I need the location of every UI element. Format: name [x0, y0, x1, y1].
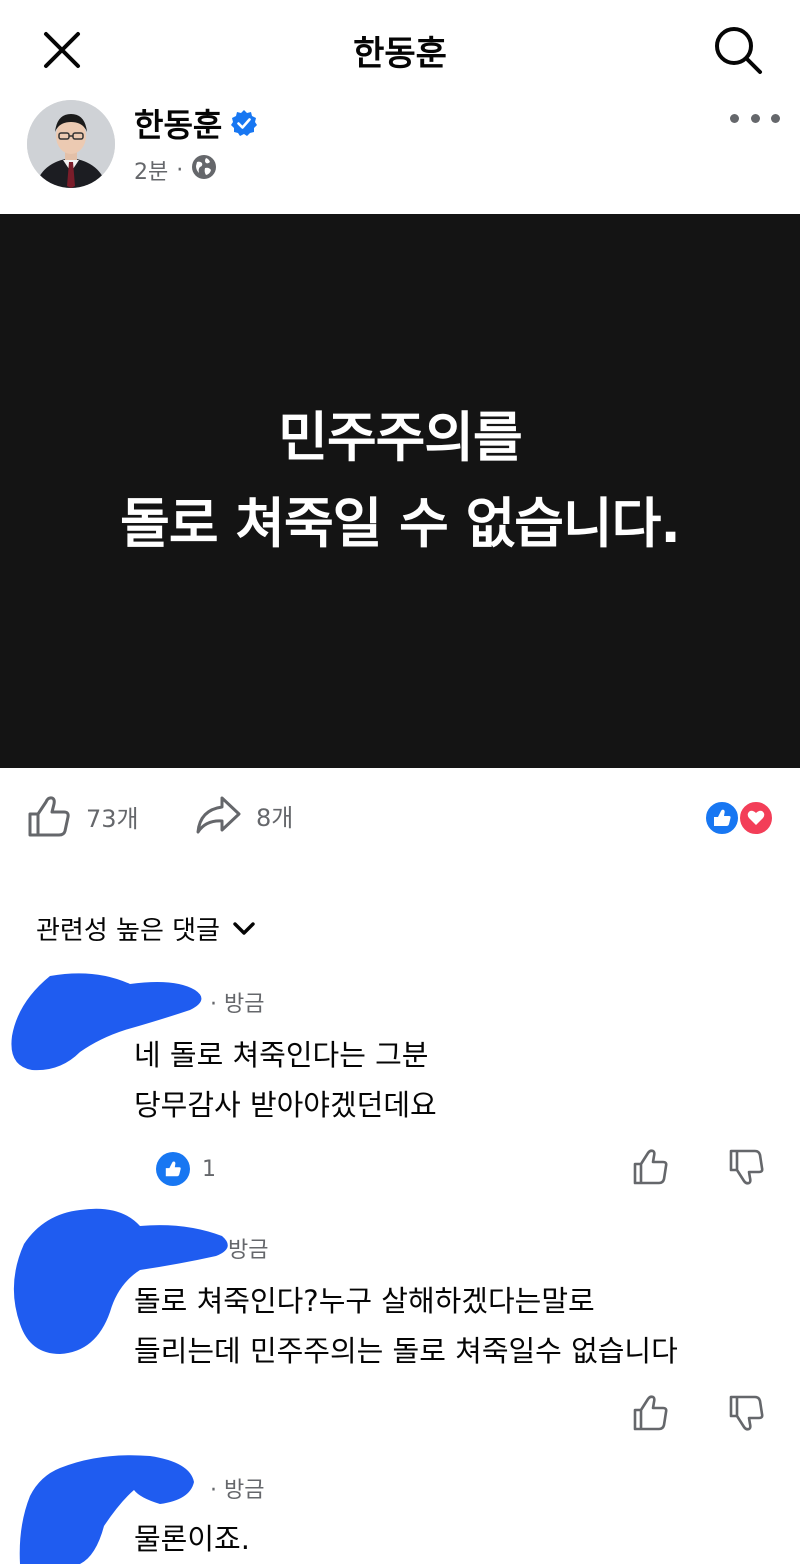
page-title: 한동훈	[353, 34, 447, 74]
comment-line: 네 돌로 쳐죽인다는 그분	[134, 1038, 429, 1072]
comment: 방금 돌로 쳐죽인다?누구 살해하겠다는말로 들리는데 민주주의는 돌로 쳐죽일…	[0, 1204, 800, 1444]
globe-icon	[191, 154, 217, 186]
comment-line: 돌로 쳐죽인다?누구 살해하겠다는말로	[134, 1284, 595, 1318]
comment-like-icon[interactable]	[632, 1394, 670, 1436]
comment-text: 네 돌로 쳐죽인다는 그분 당무감사 받아야겠던데요	[134, 1030, 437, 1130]
like-reaction-icon	[156, 1152, 190, 1186]
post-header: 한동훈 2분 ·	[0, 96, 800, 214]
comment-like-icon[interactable]	[632, 1148, 670, 1190]
comment-reaction-count: 1	[202, 1156, 216, 1182]
post-image[interactable]: 민주주의를 돌로 쳐죽일 수 없습니다.	[0, 214, 800, 768]
comment-text: 물론이죠.	[134, 1514, 250, 1564]
comment-line: 물론이죠.	[134, 1522, 250, 1556]
comment-footer	[0, 1394, 800, 1438]
post-time[interactable]: 2분	[134, 154, 168, 186]
comment-time: · 방금	[210, 1478, 265, 1503]
share-button[interactable]: 8개	[194, 794, 293, 836]
author-name[interactable]: 한동훈	[134, 100, 222, 146]
search-icon[interactable]	[708, 22, 768, 78]
comment-dislike-icon[interactable]	[728, 1148, 766, 1190]
meta-separator: ·	[176, 157, 184, 183]
avatar[interactable]	[27, 100, 115, 188]
post-meta: 2분 ·	[134, 154, 217, 186]
comment-time: 방금	[228, 1238, 269, 1263]
like-count: 73개	[86, 804, 139, 833]
share-icon	[196, 796, 241, 834]
thumbs-up-icon	[28, 796, 70, 837]
share-count: 8개	[256, 803, 294, 832]
comment-footer: 1	[0, 1148, 800, 1192]
chevron-down-icon	[233, 921, 255, 935]
comment-text: 돌로 쳐죽인다?누구 살해하겠다는말로 들리는데 민주주의는 돌로 쳐죽일수 없…	[134, 1276, 678, 1376]
reaction-summary[interactable]	[704, 800, 776, 836]
comment-reactions[interactable]: 1	[156, 1152, 216, 1186]
comment-sort-label: 관련성 높은 댓글	[36, 916, 220, 946]
post-actions: 73개 8개	[0, 768, 800, 868]
image-text-line-2: 돌로 쳐죽일 수 없습니다.	[120, 492, 681, 555]
top-bar: 한동훈	[0, 0, 800, 96]
verified-badge-icon	[230, 109, 258, 137]
comment-dislike-icon[interactable]	[728, 1394, 766, 1436]
comment-line: 들리는데 민주주의는 돌로 쳐죽일수 없습니다	[134, 1334, 678, 1368]
author[interactable]: 한동훈	[134, 100, 258, 146]
comment-line: 당무감사 받아야겠던데요	[134, 1088, 437, 1122]
comment-sort-dropdown[interactable]: 관련성 높은 댓글	[36, 910, 256, 947]
like-button[interactable]: 73개	[26, 794, 139, 838]
love-reaction-icon	[738, 800, 774, 836]
more-options-icon[interactable]	[730, 102, 780, 134]
like-reaction-icon	[704, 800, 740, 836]
comment: · 방금 네 돌로 쳐죽인다는 그분 당무감사 받아야겠던데요 1	[0, 968, 800, 1198]
comment-time: · 방금	[210, 992, 265, 1017]
image-text-line-1: 민주주의를	[278, 406, 522, 469]
comment: · 방금 물론이죠.	[0, 1446, 800, 1564]
